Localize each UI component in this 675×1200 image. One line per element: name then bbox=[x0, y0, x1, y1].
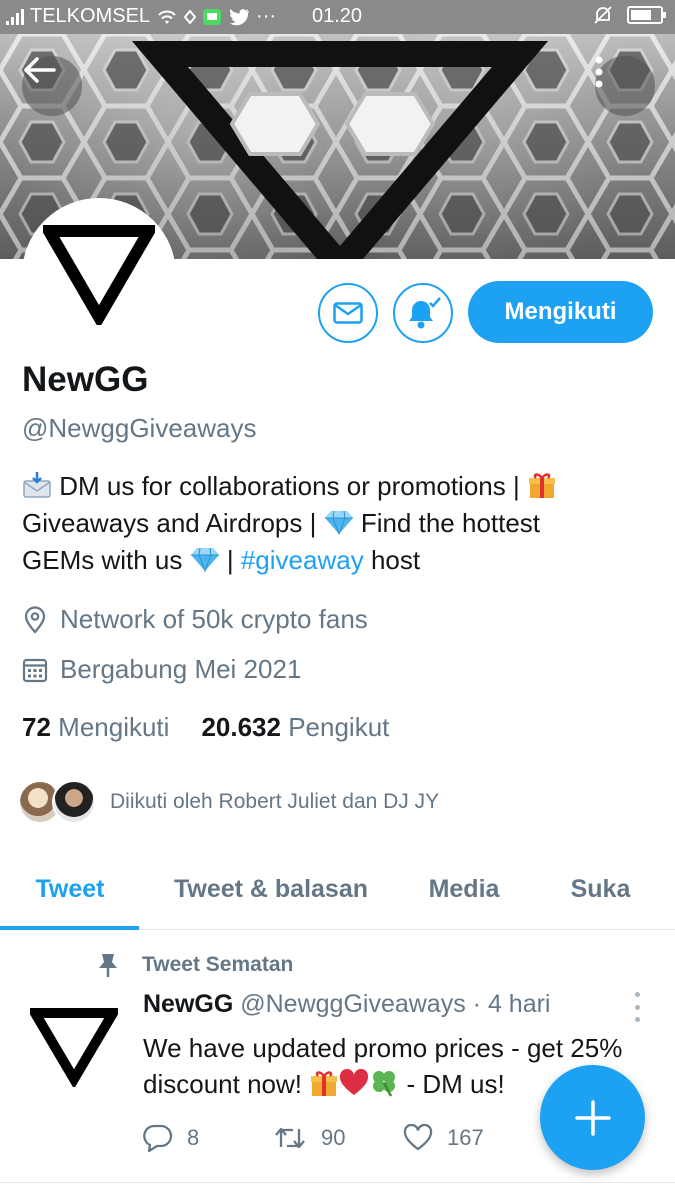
arrow-left-icon bbox=[24, 57, 56, 83]
tweet-separator: · bbox=[472, 990, 481, 1018]
signal-icon bbox=[6, 8, 24, 25]
mail-icon bbox=[333, 302, 363, 324]
retweet-button[interactable]: 90 bbox=[273, 1125, 403, 1151]
following-count: 72 bbox=[22, 712, 51, 742]
follow-stats: 72 Mengikuti 20.632 Pengikut bbox=[22, 712, 389, 743]
profile-avatar[interactable] bbox=[22, 198, 176, 352]
tweet-text-line2-b: - DM us! bbox=[406, 1069, 505, 1099]
profile-join-date: Bergabung Mei 2021 bbox=[22, 654, 301, 685]
newgg-logo bbox=[43, 225, 155, 325]
four-leaf-clover-emoji bbox=[373, 1071, 396, 1097]
status-left: TELKOMSEL ··· bbox=[6, 5, 276, 28]
bio-line1-text: DM us for collaborations or promotions | bbox=[59, 471, 520, 501]
back-button[interactable] bbox=[22, 56, 82, 116]
avatar bbox=[52, 780, 96, 824]
tab-media[interactable]: Media bbox=[402, 850, 526, 928]
newgg-logo bbox=[30, 1008, 118, 1087]
tab-likes[interactable]: Suka bbox=[526, 850, 675, 928]
bell-check-icon bbox=[409, 297, 441, 329]
plus-icon bbox=[574, 1099, 611, 1136]
status-bar: TELKOMSEL ··· 01.20 bbox=[0, 0, 675, 34]
reply-button[interactable]: 8 bbox=[143, 1124, 273, 1152]
message-button[interactable] bbox=[318, 283, 378, 343]
profile-bio: DM us for collaborations or promotions |… bbox=[22, 468, 662, 579]
status-dots: ··· bbox=[256, 5, 277, 27]
more-vertical-icon bbox=[595, 56, 603, 88]
bio-separator: | bbox=[226, 545, 234, 575]
following-button[interactable]: Mengikuti bbox=[468, 281, 653, 343]
reply-icon bbox=[143, 1124, 173, 1152]
bio-line3-text-a: GEMs with us bbox=[22, 545, 183, 575]
tweet-header: NewGG @NewggGiveaways · 4 hari bbox=[143, 990, 551, 1019]
notifications-button[interactable] bbox=[393, 283, 453, 343]
tweet-text-line2-a: discount now! bbox=[143, 1069, 302, 1099]
pinned-label: Tweet Sematan bbox=[142, 953, 294, 976]
following-label: Mengikuti bbox=[58, 712, 170, 742]
giveaway-hashtag-link[interactable]: #giveaway bbox=[241, 545, 364, 575]
followers-count: 20.632 bbox=[201, 712, 281, 742]
gem-emoji bbox=[190, 547, 219, 573]
tweet-author-name: NewGG bbox=[143, 990, 234, 1018]
more-options-button[interactable] bbox=[595, 56, 655, 116]
location-text: Network of 50k crypto fans bbox=[60, 604, 368, 634]
divider bbox=[0, 1182, 675, 1183]
profile-name: NewGG bbox=[22, 360, 149, 399]
tweet-actions: 8 90 167 bbox=[143, 1124, 533, 1152]
followed-by-text: Diikuti oleh Robert Juliet dan DJ JY bbox=[110, 790, 440, 813]
tab-tweets-replies[interactable]: Tweet & balasan bbox=[140, 850, 402, 928]
incoming-envelope-emoji bbox=[23, 472, 51, 498]
pin-icon bbox=[99, 954, 117, 977]
followers-label: Pengikut bbox=[288, 712, 390, 742]
tab-tweets[interactable]: Tweet bbox=[0, 850, 140, 930]
reply-count: 8 bbox=[187, 1125, 200, 1150]
carrier-label: TELKOMSEL bbox=[30, 5, 151, 27]
tweet-author-handle: @NewggGiveaways bbox=[240, 990, 466, 1018]
bio-line3-text-b: host bbox=[370, 545, 421, 575]
join-date-text: Bergabung Mei 2021 bbox=[60, 654, 302, 684]
location-pin-icon bbox=[24, 605, 46, 634]
red-heart-emoji bbox=[340, 1069, 369, 1095]
status-time: 01.20 bbox=[312, 5, 363, 27]
profile-handle: @NewggGiveaways bbox=[22, 413, 257, 443]
compose-tweet-button[interactable] bbox=[540, 1065, 645, 1170]
silent-bell-icon bbox=[594, 6, 612, 24]
twitter-bird-icon bbox=[229, 8, 250, 25]
battery-icon bbox=[627, 6, 666, 24]
gem-emoji bbox=[324, 510, 353, 536]
gift-emoji bbox=[311, 1071, 338, 1096]
tweet-text-line1: We have updated promo prices - get 25% bbox=[143, 1033, 623, 1063]
followed-by[interactable]: Diikuti oleh Robert Juliet dan DJ JY bbox=[18, 780, 439, 824]
following-stat[interactable]: 72 Mengikuti bbox=[22, 712, 169, 743]
pinned-indicator: Tweet Sematan bbox=[96, 952, 293, 978]
retweet-count: 90 bbox=[321, 1125, 346, 1150]
heart-icon bbox=[403, 1124, 433, 1151]
bio-line2-text-b: Find the hottest bbox=[360, 508, 541, 538]
app-notification-icon bbox=[203, 8, 222, 25]
profile-tabs: Tweet Tweet & balasan Media Suka bbox=[0, 850, 675, 930]
wifi-icon bbox=[158, 10, 176, 24]
calendar-icon bbox=[22, 658, 48, 682]
like-count: 167 bbox=[447, 1125, 484, 1150]
status-right bbox=[593, 5, 666, 25]
data-transfer-icon bbox=[184, 9, 197, 24]
followed-by-avatars bbox=[18, 780, 96, 824]
like-button[interactable]: 167 bbox=[403, 1124, 533, 1152]
bio-line2-text-a: Giveaways and Airdrops | bbox=[22, 508, 317, 538]
retweet-icon bbox=[275, 1127, 305, 1149]
profile-location: Network of 50k crypto fans bbox=[22, 604, 368, 635]
tweet-time: 4 hari bbox=[487, 990, 551, 1018]
tweet-avatar[interactable] bbox=[22, 995, 126, 1099]
tweet-menu-button[interactable] bbox=[630, 992, 644, 1022]
gift-emoji bbox=[528, 473, 555, 498]
followers-stat[interactable]: 20.632 Pengikut bbox=[201, 712, 389, 743]
